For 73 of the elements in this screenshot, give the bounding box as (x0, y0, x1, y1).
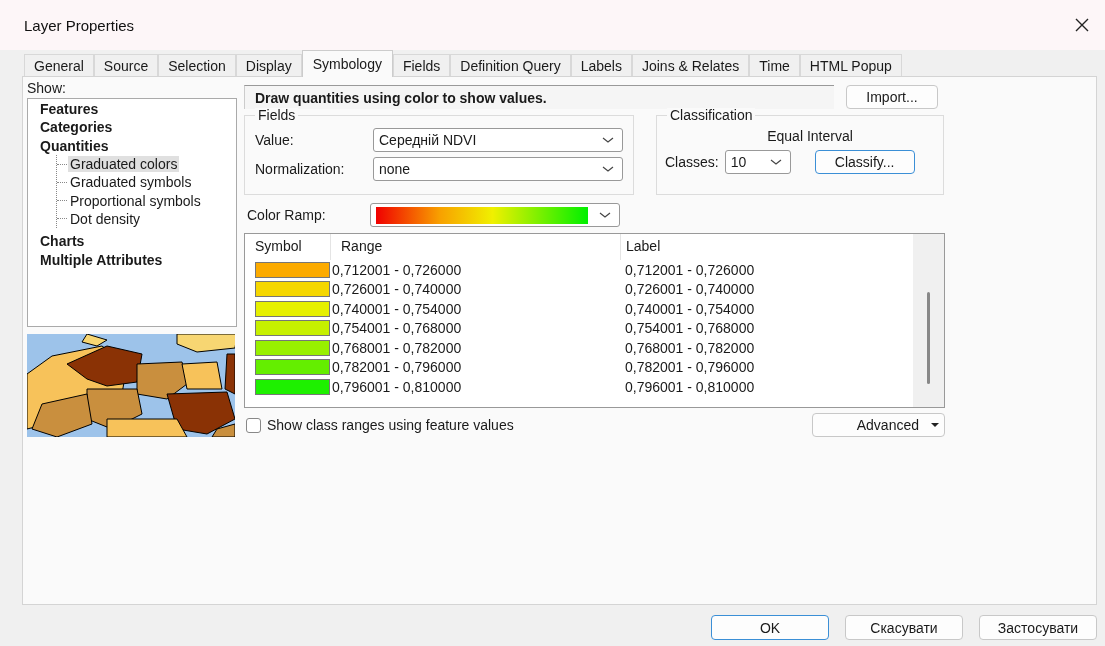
tab[interactable]: Joins & Relates (631, 54, 750, 76)
tree-item[interactable]: Dot density (68, 210, 143, 227)
close-icon[interactable] (1075, 18, 1089, 32)
table-cell: 0,740001 - 0,754000 (625, 300, 755, 317)
tab[interactable]: Display (235, 54, 302, 76)
dialog-button[interactable]: OK (711, 615, 829, 640)
chevron-icon (602, 165, 614, 173)
scrollbar[interactable] (913, 234, 944, 407)
normalization-dropdown[interactable]: none (373, 157, 623, 181)
column-header[interactable]: Symbol (245, 234, 331, 260)
tab[interactable]: HTML Popup (799, 54, 902, 76)
tab[interactable]: Labels (570, 54, 632, 76)
color-swatch[interactable] (255, 300, 330, 317)
table-cell-text: 0,796001 - 0,810000 (331, 378, 463, 395)
field-label: Value: (255, 132, 295, 148)
chevron-icon (769, 158, 782, 166)
color-swatch[interactable] (255, 378, 330, 395)
classify-button[interactable]: Classify... (814, 150, 915, 174)
tab[interactable]: Symbology (301, 50, 393, 77)
table-cell: 0,768001 - 0,782000 (625, 339, 755, 356)
color-swatch[interactable] (255, 281, 330, 298)
field-label: Classes: (665, 154, 719, 170)
checkbox-label: Show class ranges using feature values (267, 417, 514, 433)
table-cell-text: 0,768001 - 0,782000 (331, 339, 463, 356)
import-button[interactable]: Import... (846, 85, 938, 109)
tab[interactable]: Fields (392, 54, 451, 76)
description-text: Draw quantities using color to show values. (244, 85, 834, 109)
dialog-button[interactable]: Скасувати (845, 615, 963, 640)
tab[interactable]: Selection (158, 54, 236, 76)
color-swatch[interactable] (255, 261, 330, 278)
color-swatch[interactable] (255, 359, 330, 376)
column-header[interactable]: Range (331, 234, 621, 260)
table-cell-text: 0,754001 - 0,768000 (331, 320, 463, 337)
color-swatch[interactable] (255, 320, 330, 337)
checkbox[interactable] (246, 417, 261, 433)
color-swatch[interactable] (255, 339, 330, 356)
group-title: Fields (255, 108, 299, 122)
tree-item[interactable]: Graduated symbols (68, 174, 194, 191)
tree-item[interactable]: Multiple Attributes (38, 251, 165, 268)
advanced-button[interactable]: Advanced (812, 413, 945, 437)
tab[interactable]: Time (749, 54, 800, 76)
column-header[interactable]: Label (621, 234, 913, 260)
tree-item[interactable]: Charts (38, 233, 87, 250)
classes-dropdown[interactable]: 10 (724, 150, 791, 174)
show-label: Show: (27, 81, 67, 95)
table-cell-text: 0,712001 - 0,726000 (331, 261, 463, 278)
tree-item[interactable]: Features (38, 101, 101, 118)
table-cell: 0,782001 - 0,796000 (625, 359, 755, 376)
tab[interactable]: General (24, 54, 94, 76)
tab[interactable]: Definition Query (450, 54, 571, 76)
table-cell-text: 0,740001 - 0,754000 (331, 300, 463, 317)
tree-item[interactable]: Categories (38, 119, 115, 136)
table-cell-text: 0,782001 - 0,796000 (331, 359, 463, 376)
color-ramp-dropdown[interactable] (370, 203, 620, 227)
chevron-icon (602, 136, 614, 144)
table-cell: 0,726001 - 0,740000 (625, 281, 755, 298)
tree-item[interactable]: Graduated colors (68, 156, 180, 173)
field-label: Color Ramp: (247, 207, 327, 223)
dialog-button[interactable]: Застосувати (979, 615, 1097, 640)
value-dropdown[interactable]: Середній NDVI (373, 128, 623, 152)
table-cell: 0,796001 - 0,810000 (625, 378, 755, 395)
field-label: Normalization: (255, 161, 346, 177)
tree-item[interactable]: Quantities (38, 137, 111, 154)
group-title: Classification (667, 108, 756, 122)
table-cell: 0,712001 - 0,726000 (625, 261, 755, 278)
table-cell-text: 0,726001 - 0,740000 (331, 281, 463, 298)
table-cell: 0,754001 - 0,768000 (625, 320, 755, 337)
tab[interactable]: Source (93, 54, 159, 76)
chevron-icon (599, 211, 611, 219)
method-text: Equal Interval (766, 128, 854, 144)
dropdown-arrow-icon (931, 423, 939, 427)
tree-item[interactable]: Proportional symbols (68, 192, 203, 209)
window-title: Layer Properties (24, 16, 135, 34)
